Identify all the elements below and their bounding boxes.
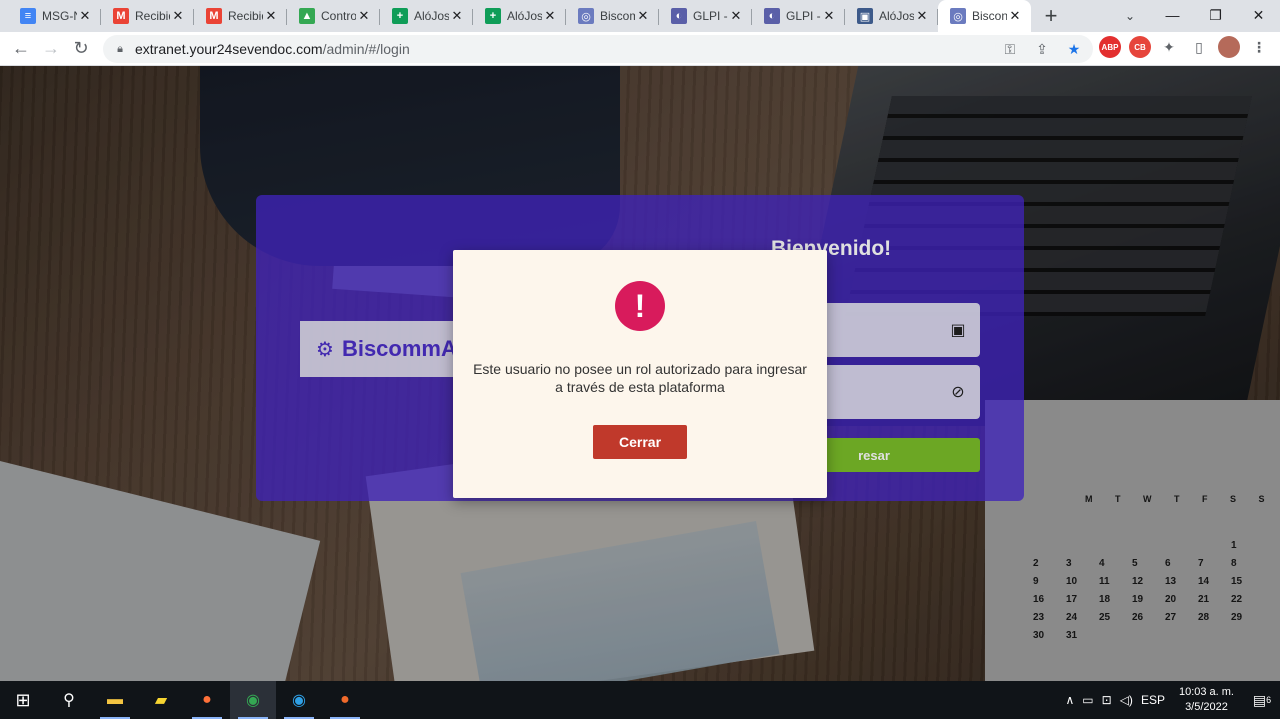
error-message: Este usuario no posee un rol autorizado …	[473, 361, 807, 395]
network-icon[interactable]: ⊡	[1102, 693, 1112, 707]
tab-title: Biscon	[972, 9, 1007, 23]
omnibox-actions: ⚿ ⇪ ★	[1001, 39, 1083, 59]
search-icon[interactable]: ⚲	[46, 681, 92, 719]
forward-icon[interactable]: →	[36, 35, 66, 63]
tab-favicon-icon: ◎	[578, 8, 594, 24]
notifications-icon[interactable]: ▤ 6	[1244, 692, 1280, 709]
tab-close-icon[interactable]: ✕	[821, 8, 837, 24]
url-host: extranet.your24sevendoc.com	[135, 41, 323, 57]
clock[interactable]: 10:03 a. m. 3/5/2022	[1179, 685, 1234, 715]
tab-3[interactable]: ▲ Contro ✕	[287, 0, 380, 32]
tab-title: Recibid	[135, 9, 170, 23]
app-icon[interactable]: ●	[322, 681, 368, 719]
tab-close-icon[interactable]: ✕	[542, 8, 558, 24]
window-controls: — ❐ ✕	[1151, 0, 1280, 32]
url-path: /admin/#/login	[322, 41, 410, 57]
tab-title: GLPI -	[693, 9, 728, 23]
tab-favicon-icon: +	[485, 8, 501, 24]
new-tab-button[interactable]: +	[1037, 0, 1065, 32]
tab-2[interactable]: M Recibid✕	[194, 0, 287, 32]
alert-icon: !	[615, 281, 665, 331]
tab-close-icon[interactable]: ✕	[263, 8, 279, 24]
tab-5[interactable]: + AlóJos ✕	[473, 0, 566, 32]
tab-title: Biscom	[600, 9, 635, 23]
tab-title: MSG-N	[42, 9, 77, 23]
back-icon[interactable]: ←	[6, 35, 36, 63]
edge-icon[interactable]: ◉	[276, 681, 322, 719]
restore-icon[interactable]: ❐	[1194, 0, 1237, 30]
tab-strip: ≡MSG-N✕MRecibid✕MRecibid✕▲Contro✕+AlóJos…	[0, 0, 1280, 32]
tab-favicon-icon: ▣	[857, 8, 873, 24]
clock-date: 3/5/2022	[1185, 701, 1228, 713]
error-dialog: ! Este usuario no posee un rol autorizad…	[453, 250, 827, 498]
url-text[interactable]: extranet.your24sevendoc.com/admin/#/logi…	[135, 41, 410, 57]
menu-kebab-icon[interactable]: ⋮	[1248, 36, 1270, 58]
lock-icon[interactable]: 🔒︎	[113, 42, 127, 56]
tab-close-icon[interactable]: ✕	[170, 8, 186, 24]
extensions-puzzle-icon[interactable]: ✦	[1158, 36, 1180, 58]
chrome-icon[interactable]: ◉	[230, 681, 276, 719]
tab-favicon-icon: ◎	[950, 8, 966, 24]
tab-0[interactable]: ≡ MSG-N✕	[8, 0, 101, 32]
tab-8[interactable]: ◐ GLPI - ✕	[752, 0, 845, 32]
sticky-notes-icon[interactable]: ▰	[138, 681, 184, 719]
tab-favicon-icon: ◐	[764, 8, 780, 24]
system-tray: ∧ ▭ ⊡ ◁) ESP 10:03 a. m. 3/5/2022 ▤ 6	[1062, 681, 1280, 719]
tab-close-icon[interactable]: ✕	[914, 8, 930, 24]
tab-favicon-icon: M	[113, 8, 129, 24]
share-icon[interactable]: ⇪	[1033, 39, 1051, 59]
tab-title: Recibid	[228, 9, 263, 23]
address-bar[interactable]: 🔒︎ extranet.your24sevendoc.com/admin/#/l…	[103, 35, 1093, 63]
tab-close-icon[interactable]: ✕	[449, 8, 465, 24]
tab-favicon-icon: ≡	[20, 8, 36, 24]
tab-favicon-icon: ▲	[299, 8, 315, 24]
page-viewport: M T W T F S S 1 2 3 4 5 6 7 8 9 10 11 12 13 14 15 16 17 1…	[0, 66, 1280, 681]
browser-toolbar: ← → ↻ 🔒︎ extranet.your24sevendoc.com/adm…	[0, 32, 1280, 66]
tab-close-icon[interactable]: ✕	[77, 8, 93, 24]
cb-icon[interactable]: CB	[1129, 36, 1151, 58]
close-button[interactable]: Cerrar	[593, 425, 687, 459]
tab-7[interactable]: ◐ GLPI - ✕	[659, 0, 752, 32]
tab-1[interactable]: M Recibid✕	[101, 0, 194, 32]
clock-time: 10:03 a. m.	[1178, 686, 1234, 698]
tab-title: Contro	[321, 9, 356, 23]
key-icon[interactable]: ⚿	[1001, 39, 1019, 59]
start-windows-icon[interactable]: ⊞	[0, 681, 46, 719]
tab-close-icon[interactable]: ✕	[728, 8, 744, 24]
bookmark-star-icon[interactable]: ★	[1065, 39, 1083, 59]
tab-4[interactable]: + AlóJos ✕	[380, 0, 473, 32]
notification-count: 6	[1266, 695, 1272, 705]
minimize-icon[interactable]: —	[1151, 0, 1194, 30]
show-hidden-icons-icon[interactable]: ∧	[1066, 693, 1075, 707]
windows-taskbar: ⊞ ⚲ ▬ ▰ ● ◉ ◉ ● ∧ ▭ ⊡ ◁) ESP 10:03 a. m.…	[0, 681, 1280, 719]
firefox-icon[interactable]: ●	[184, 681, 230, 719]
tab-title: AlóJos	[879, 9, 914, 23]
tab-6[interactable]: ◎ Biscom ✕	[566, 0, 659, 32]
language-indicator[interactable]: ESP	[1141, 693, 1165, 707]
profile-avatar[interactable]	[1218, 36, 1240, 58]
tab-close-icon[interactable]: ✕	[1007, 8, 1023, 24]
tabs-container: ≡MSG-N✕MRecibid✕MRecibid✕▲Contro✕+AlóJos…	[0, 0, 1031, 32]
tab-title: GLPI -	[786, 9, 821, 23]
tab-title: AlóJos	[414, 9, 449, 23]
close-window-icon[interactable]: ✕	[1237, 0, 1280, 30]
tab-favicon-icon: +	[392, 8, 408, 24]
tab-9[interactable]: ▣ AlóJos ✕	[845, 0, 938, 32]
tab-favicon-icon: ◐	[671, 8, 687, 24]
tab-search-icon[interactable]: ⌄	[1116, 4, 1144, 28]
abp-icon[interactable]: ABP	[1099, 36, 1121, 58]
tab-close-icon[interactable]: ✕	[356, 8, 372, 24]
battery-icon[interactable]: ▭	[1082, 693, 1093, 707]
volume-icon[interactable]: ◁)	[1120, 693, 1133, 707]
reload-icon[interactable]: ↻	[66, 35, 96, 63]
tab-10[interactable]: ◎ Biscon ✕	[938, 0, 1031, 32]
tab-title: AlóJos	[507, 9, 542, 23]
side-panel-icon[interactable]: ▯	[1188, 36, 1210, 58]
file-explorer-icon[interactable]: ▬	[92, 681, 138, 719]
tab-favicon-icon: M	[206, 8, 222, 24]
tab-close-icon[interactable]: ✕	[635, 8, 651, 24]
